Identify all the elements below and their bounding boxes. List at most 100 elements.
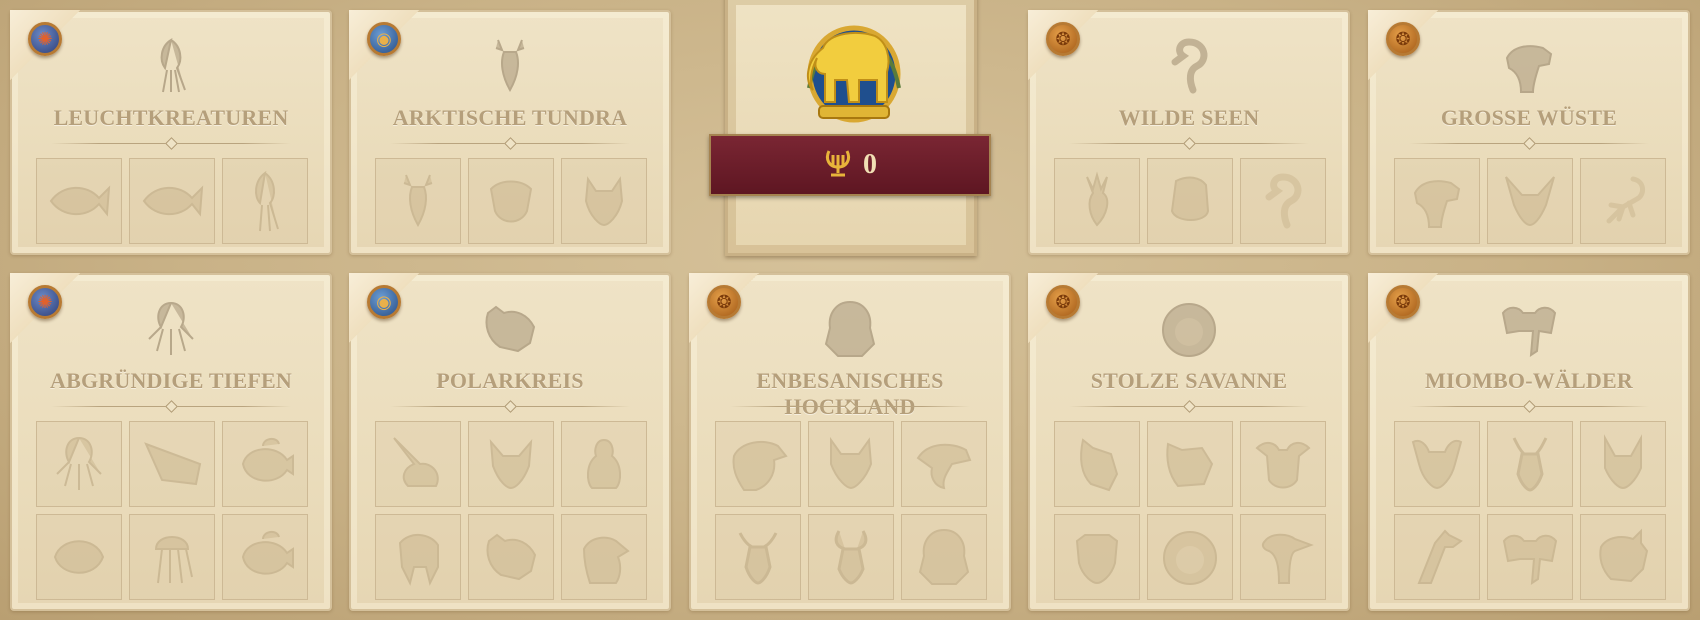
slot-crowned-crane[interactable] xyxy=(1054,158,1140,244)
collection-panel-stolze-savanne[interactable]: ❂ STOLZE SAVANNE xyxy=(1028,273,1350,611)
octopus-region-icon: ✺ xyxy=(28,22,62,56)
panel-title: POLARKREIS xyxy=(436,368,584,393)
slot-anglerfish[interactable] xyxy=(222,421,308,507)
slot-caracal[interactable] xyxy=(1580,421,1666,507)
slot-anglerfish[interactable] xyxy=(222,514,308,600)
slot-fish[interactable] xyxy=(36,158,122,244)
reindeer-icon xyxy=(478,34,542,98)
octopus-icon xyxy=(139,297,203,361)
title-divider xyxy=(1069,402,1309,412)
slot-flamingo[interactable] xyxy=(1240,158,1326,244)
slot-penguin[interactable] xyxy=(561,421,647,507)
zeppelin-region-icon: ◉ xyxy=(367,285,401,319)
score-ribbon: 0 xyxy=(709,134,991,196)
gelada-icon xyxy=(818,297,882,361)
slot-antelope[interactable] xyxy=(715,514,801,600)
slot-jellyfish[interactable] xyxy=(129,514,215,600)
slot-chameleon[interactable] xyxy=(901,421,987,507)
slot-squid[interactable] xyxy=(222,158,308,244)
slot-narwhal[interactable] xyxy=(375,421,461,507)
elephant-icon xyxy=(1497,297,1561,361)
slot-fennec-fox[interactable] xyxy=(1487,158,1573,244)
slot-reindeer[interactable] xyxy=(375,158,461,244)
slot-hyena[interactable] xyxy=(1147,421,1233,507)
slot-arctic-fox[interactable] xyxy=(468,421,554,507)
animal-slots xyxy=(1054,158,1326,244)
slot-muskox[interactable] xyxy=(468,158,554,244)
collection-panel-miombo-waelder[interactable]: ❂ MIOMBO-WÄLDER xyxy=(1368,273,1690,611)
animal-slots xyxy=(375,158,647,244)
slot-buffalo[interactable] xyxy=(1240,421,1326,507)
lion-region-icon: ❂ xyxy=(707,285,741,319)
slot-elephant[interactable] xyxy=(1487,514,1573,600)
panel-title: ABGRÜNDIGE TIEFEN xyxy=(50,368,292,393)
slot-hippo[interactable] xyxy=(1147,158,1233,244)
squid-icon xyxy=(139,34,203,98)
lion-region-icon: ❂ xyxy=(1386,285,1420,319)
slot-ostrich[interactable] xyxy=(1240,514,1326,600)
lion-icon xyxy=(1157,297,1221,361)
lion-region-icon: ❂ xyxy=(1046,285,1080,319)
animal-slots xyxy=(36,421,308,600)
animal-slots xyxy=(1054,421,1326,600)
animal-slots xyxy=(375,421,647,600)
score-value: 0 xyxy=(863,149,877,180)
slot-fish[interactable] xyxy=(36,514,122,600)
lyre-icon xyxy=(823,147,853,184)
title-divider xyxy=(1409,139,1649,149)
slot-eagle[interactable] xyxy=(715,421,801,507)
panel-title: STOLZE SAVANNE xyxy=(1090,368,1288,393)
slot-ibex[interactable] xyxy=(808,514,894,600)
title-divider xyxy=(51,139,291,149)
panel-title: GROSSE WÜSTE xyxy=(1440,105,1618,130)
slot-wolf[interactable] xyxy=(808,421,894,507)
lion-region-icon: ❂ xyxy=(1046,22,1080,56)
slot-wolf[interactable] xyxy=(561,158,647,244)
slot-cheetah[interactable] xyxy=(1054,514,1140,600)
title-divider xyxy=(730,402,970,412)
panel-title: MIOMBO-WÄLDER xyxy=(1425,368,1633,393)
slot-rhino[interactable] xyxy=(1580,514,1666,600)
panel-title: ARKTISCHE TUNDRA xyxy=(392,105,628,130)
collection-panel-polarkreis[interactable]: ◉ POLARKREIS xyxy=(349,273,671,611)
slot-fish[interactable] xyxy=(129,158,215,244)
slot-shark[interactable] xyxy=(129,421,215,507)
collection-panel-grosse-wueste[interactable]: ❂ GROSSE WÜSTE xyxy=(1368,10,1690,255)
slot-seal[interactable] xyxy=(561,514,647,600)
title-divider xyxy=(51,402,291,412)
title-divider xyxy=(390,402,630,412)
slot-zebra[interactable] xyxy=(1054,421,1140,507)
slot-gelada[interactable] xyxy=(901,514,987,600)
title-divider xyxy=(390,139,630,149)
collection-panel-enbesanisches-hochland[interactable]: ❂ ENBESANISCHES HOCHLAND xyxy=(689,273,1011,611)
slot-wild-dog[interactable] xyxy=(1394,421,1480,507)
slot-giraffe[interactable] xyxy=(1394,514,1480,600)
collection-board: ✺ LEUCHTKREATUREN ◉ ARKTISCHE TUNDRA 0 ❂… xyxy=(0,0,1700,620)
collection-panel-abgruendige-tiefen[interactable]: ✺ ABGRÜNDIGE TIEFEN xyxy=(10,273,332,611)
zeppelin-region-icon: ◉ xyxy=(367,22,401,56)
collection-panel-wilde-seen[interactable]: ❂ WILDE SEEN xyxy=(1028,10,1350,255)
slot-scorpion[interactable] xyxy=(1580,158,1666,244)
animal-slots xyxy=(715,421,987,600)
lion-region-icon: ❂ xyxy=(1386,22,1420,56)
slot-octopus[interactable] xyxy=(36,421,122,507)
title-divider xyxy=(1069,139,1309,149)
animal-slots xyxy=(1394,158,1666,244)
slot-walrus[interactable] xyxy=(375,514,461,600)
golden-elephant-icon xyxy=(795,18,913,134)
polar-bear-icon xyxy=(478,297,542,361)
title-divider xyxy=(1409,402,1649,412)
panel-title: WILDE SEEN xyxy=(1118,105,1260,130)
panel-title: LEUCHTKREATUREN xyxy=(53,105,289,130)
octopus-region-icon: ✺ xyxy=(28,285,62,319)
slot-polar-bear[interactable] xyxy=(468,514,554,600)
slot-lion[interactable] xyxy=(1147,514,1233,600)
slot-antelope[interactable] xyxy=(1487,421,1573,507)
collection-panel-leuchtkreaturen[interactable]: ✺ LEUCHTKREATUREN xyxy=(10,10,332,255)
animal-slots xyxy=(1394,421,1666,600)
animal-slots xyxy=(36,158,308,244)
flamingo-icon xyxy=(1157,34,1221,98)
collection-panel-arktische-tundra[interactable]: ◉ ARKTISCHE TUNDRA xyxy=(349,10,671,255)
camel-icon xyxy=(1497,34,1561,98)
slot-camel[interactable] xyxy=(1394,158,1480,244)
